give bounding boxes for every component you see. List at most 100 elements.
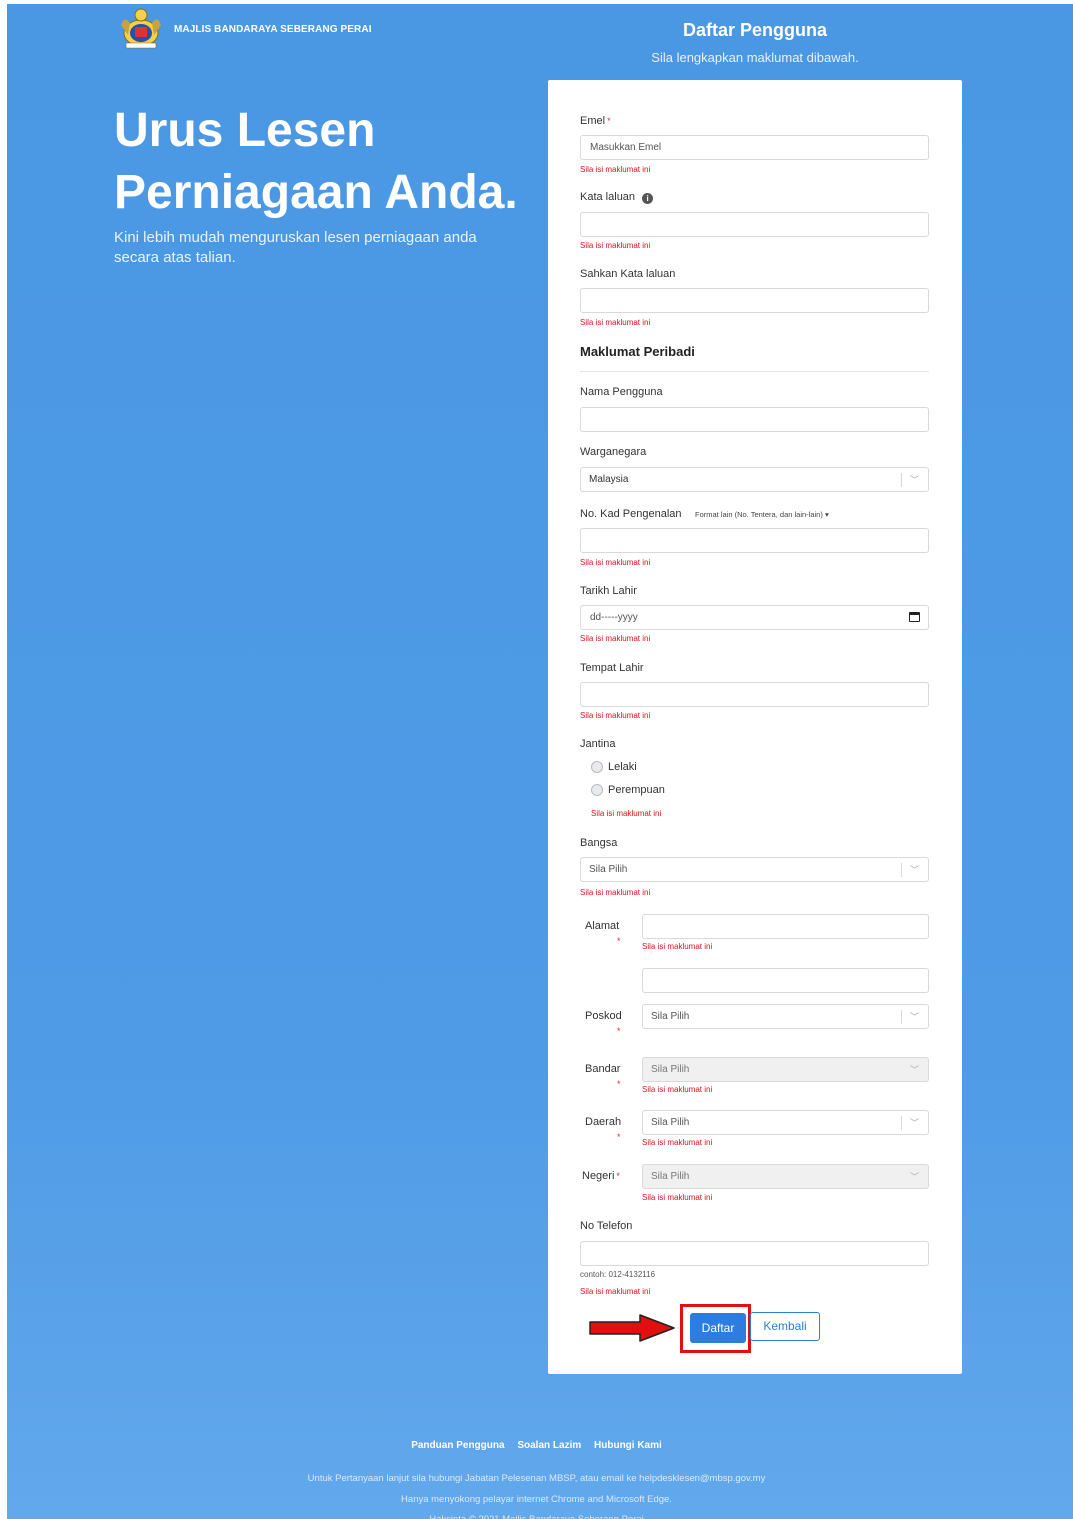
- district-select[interactable]: Sila Pilih ﹀: [642, 1110, 929, 1135]
- select-separator: [901, 1010, 902, 1024]
- dob-label: Tarikh Lahir: [580, 585, 637, 597]
- phone-input[interactable]: [580, 1241, 929, 1266]
- chevron-down-icon: ﹀: [909, 1118, 919, 1128]
- section-divider: [580, 371, 929, 372]
- select-separator: [901, 863, 902, 877]
- form-title: Daftar Pengguna: [682, 20, 828, 40]
- state-label: Negeri *: [582, 1170, 620, 1182]
- footer-browser-text: Hanya menyokong pelayar internet Chrome …: [401, 1494, 672, 1505]
- postcode-label: Poskod: [585, 1010, 622, 1022]
- state-select[interactable]: Sila Pilih ﹀: [642, 1164, 929, 1189]
- email-label-text: Emel: [580, 115, 606, 127]
- calendar-icon[interactable]: [909, 612, 920, 622]
- hero-title-line2: Perniagaan Anda.: [114, 166, 518, 219]
- district-label: Daerah: [585, 1116, 622, 1128]
- phone-hint: contoh: 012-4132116: [580, 1270, 656, 1279]
- registration-form-card: Emel * Masukkan Emel Sila isi maklumat in…: [548, 80, 962, 1374]
- race-label: Bangsa: [580, 837, 618, 849]
- chevron-down-icon: ﹀: [909, 1012, 919, 1022]
- state-error: Sila isi maklumat ini: [642, 1193, 713, 1202]
- dob-input[interactable]: dd-----yyyy: [580, 605, 929, 630]
- required-mark: *: [617, 936, 621, 946]
- chevron-down-icon: ﹀: [909, 475, 919, 485]
- gender-option-perempuan: Perempuan: [608, 784, 665, 796]
- select-separator: [901, 473, 902, 487]
- required-mark: *: [617, 1079, 621, 1089]
- required-mark: *: [617, 1132, 621, 1142]
- city-label: Bandar: [585, 1063, 621, 1075]
- footer-links: Panduan Pengguna Soalan Lazim Hubungi Ka…: [0, 1440, 1073, 1451]
- username-input[interactable]: [580, 407, 929, 432]
- email-input[interactable]: Masukkan Emel: [580, 135, 929, 160]
- state-value: Sila Pilih: [651, 1171, 690, 1182]
- email-error: Sila isi maklumat ini: [580, 165, 651, 174]
- citizenship-select[interactable]: Malaysia ﹀: [580, 467, 929, 492]
- radio-lelaki[interactable]: [591, 761, 603, 773]
- confirm-password-error: Sila isi maklumat ini: [580, 318, 651, 327]
- postcode-select[interactable]: Sila Pilih ﹀: [642, 1004, 929, 1029]
- email-label: Emel *: [580, 115, 611, 127]
- mbsp-logo: [121, 8, 161, 49]
- pob-error: Sila isi maklumat ini: [580, 711, 651, 720]
- confirm-password-label: Sahkan Kata laluan: [580, 268, 676, 280]
- alt-format-text: Format lain (No. Tentera, dan lain-lain): [695, 510, 823, 519]
- required-mark: *: [617, 1026, 621, 1036]
- dob-placeholder: dd-----yyyy: [590, 612, 638, 623]
- back-button[interactable]: Kembali: [750, 1312, 820, 1341]
- register-button[interactable]: Daftar: [690, 1313, 746, 1343]
- dob-error: Sila isi maklumat ini: [580, 634, 651, 643]
- pob-label: Tempat Lahir: [580, 662, 644, 674]
- district-error: Sila isi maklumat ini: [642, 1138, 713, 1147]
- annotation-arrow: [589, 1314, 675, 1342]
- required-mark: *: [607, 116, 611, 126]
- address-line1-input[interactable]: [642, 914, 929, 939]
- hero-title-line1: Urus Lesen: [114, 104, 376, 157]
- hero-title: Urus Lesen Perniagaan Anda.: [114, 100, 534, 224]
- gender-label: Jantina: [580, 738, 616, 750]
- password-input[interactable]: [580, 212, 929, 237]
- state-label-text: Negeri: [582, 1170, 615, 1182]
- chevron-down-icon: ﹀: [909, 1172, 919, 1182]
- ic-label: No. Kad Pengenalan: [580, 508, 682, 520]
- postcode-value: Sila Pilih: [651, 1011, 690, 1022]
- password-error: Sila isi maklumat ini: [580, 241, 651, 250]
- phone-error: Sila isi maklumat ini: [580, 1287, 651, 1296]
- race-value: Sila Pilih: [589, 864, 628, 875]
- hero-subtitle: Kini lebih mudah menguruskan lesen perni…: [114, 229, 477, 266]
- footer-link-panduan[interactable]: Panduan Pengguna: [411, 1440, 504, 1451]
- username-label: Nama Pengguna: [580, 386, 663, 398]
- chevron-down-icon: ▾: [824, 510, 829, 519]
- chevron-down-icon: ﹀: [909, 1065, 919, 1075]
- section-personal-heading: Maklumat Peribadi: [580, 344, 695, 359]
- password-label: Kata laluan i: [580, 191, 654, 204]
- form-subtitle: Sila lengkapkan maklumat dibawah.: [651, 50, 859, 65]
- brand-name: MAJLIS BANDARAYA SEBERANG PERAI: [174, 24, 372, 35]
- citizenship-value: Malaysia: [589, 474, 629, 485]
- district-value: Sila Pilih: [651, 1117, 690, 1128]
- city-select[interactable]: Sila Pilih ﹀: [642, 1057, 929, 1082]
- gender-error: Sila isi maklumat ini: [591, 809, 662, 818]
- ic-error: Sila isi maklumat ini: [580, 558, 651, 567]
- info-icon[interactable]: i: [642, 193, 654, 204]
- alt-format-dropdown[interactable]: Format lain (No. Tentera, dan lain-lain)…: [695, 510, 829, 519]
- chevron-down-icon: ﹀: [909, 865, 919, 875]
- select-separator: [901, 1116, 902, 1130]
- address-label: Alamat: [585, 920, 620, 932]
- address-line2-input[interactable]: [642, 968, 929, 993]
- required-mark: *: [616, 1171, 620, 1181]
- citizenship-label: Warganegara: [580, 446, 647, 458]
- footer-contact-text: Untuk Pertanyaan lanjut sila hubungi Jab…: [307, 1473, 766, 1484]
- footer-link-hubungi[interactable]: Hubungi Kami: [594, 1440, 662, 1451]
- radio-perempuan[interactable]: [591, 784, 603, 796]
- phone-label: No Telefon: [580, 1220, 633, 1232]
- pob-input[interactable]: [580, 682, 929, 707]
- footer-copyright: Hakcipta © 2021 Majlis Bandaraya Seberan…: [0, 1514, 1073, 1519]
- confirm-password-input[interactable]: [580, 288, 929, 313]
- footer-link-soalan[interactable]: Soalan Lazim: [517, 1440, 581, 1451]
- address-error: Sila isi maklumat ini: [642, 942, 713, 951]
- gender-option-lelaki: Lelaki: [608, 761, 637, 773]
- password-label-text: Kata laluan: [580, 191, 636, 203]
- race-select[interactable]: Sila Pilih ﹀: [580, 857, 929, 882]
- city-value: Sila Pilih: [651, 1064, 690, 1075]
- ic-input[interactable]: [580, 528, 929, 553]
